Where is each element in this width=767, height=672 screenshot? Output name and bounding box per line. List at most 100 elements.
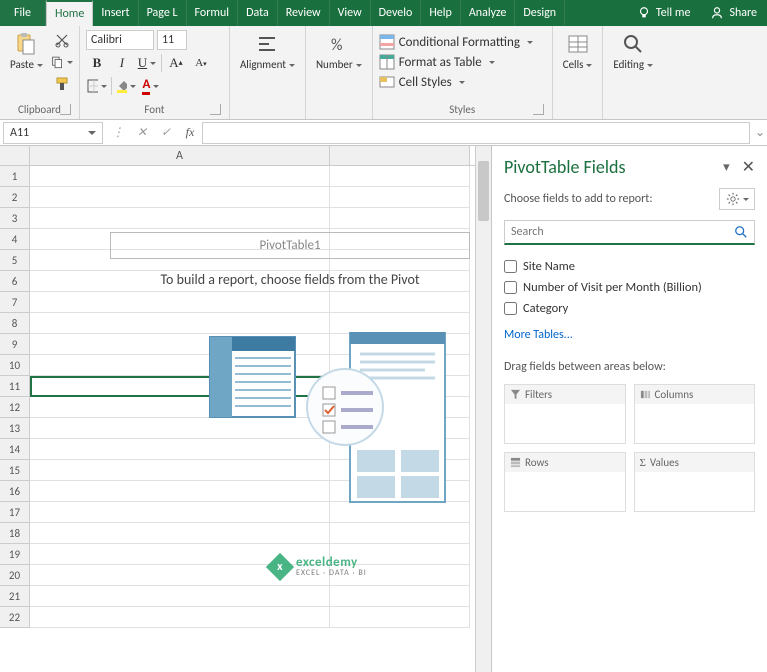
formula-bar: A11 ⋮ ✕ ✓ fx ⌄ [0,120,767,146]
select-all-corner[interactable] [0,146,30,165]
area-filters[interactable]: Filters [504,384,626,444]
format-painter-button[interactable] [51,74,73,94]
area-columns[interactable]: Columns [634,384,756,444]
editing-button[interactable]: Editing [609,30,657,73]
worksheet[interactable]: A 1 2 3 4 5 6 7 8 9 10 11 12 13 14 15 16… [0,146,491,672]
pane-close-button[interactable]: ✕ [742,157,755,177]
row-header[interactable]: 20 [0,565,30,586]
underline-button[interactable]: U [136,53,158,73]
font-size-select[interactable]: 11 [157,30,187,50]
row-header[interactable]: 9 [0,334,30,355]
fill-color-button[interactable] [115,76,137,96]
col-header-a[interactable]: A [30,146,330,165]
row-header[interactable]: 13 [0,418,30,439]
find-icon [621,32,645,56]
tab-file[interactable]: File [0,0,46,26]
tab-home[interactable]: Home [46,0,93,26]
field-checkbox[interactable] [504,260,517,273]
row-header[interactable]: 11 [0,376,30,397]
percent-icon: % [327,32,351,56]
row-header[interactable]: 16 [0,481,30,502]
vertical-scrollbar[interactable] [475,146,491,672]
row-header[interactable]: 1 [0,166,30,187]
field-search[interactable] [504,220,755,245]
group-clipboard: Paste Clipboard [0,26,80,119]
tab-design[interactable]: Design [515,0,565,26]
bold-button[interactable]: B [86,53,108,73]
row-header[interactable]: 4 [0,229,30,250]
tab-developer[interactable]: Develo [371,0,422,26]
tab-analyze[interactable]: Analyze [461,0,516,26]
row-header[interactable]: 19 [0,544,30,565]
pane-layout-button[interactable] [719,188,755,210]
cell-styles-icon [379,74,395,90]
field-visits[interactable]: Number of Visit per Month (Billion) [504,280,755,295]
cancel-formula-button[interactable]: ✕ [130,122,154,144]
cell-styles-button[interactable]: Cell Styles [379,74,465,90]
increase-font-button[interactable]: A▴ [165,53,187,73]
tab-help[interactable]: Help [421,0,461,26]
name-box[interactable]: A11 [3,122,103,144]
field-search-input[interactable] [511,225,734,239]
paste-icon [14,32,38,56]
row-header[interactable]: 22 [0,607,30,628]
row-header[interactable]: 12 [0,397,30,418]
cells-button[interactable]: Cells [559,30,597,73]
cut-button[interactable] [51,30,73,50]
gear-icon [726,192,740,206]
tell-me[interactable]: Tell me [627,0,701,26]
font-name-select[interactable]: Calibri [86,30,154,50]
tab-review[interactable]: Review [278,0,330,26]
row-header[interactable]: 17 [0,502,30,523]
row-header[interactable]: 10 [0,355,30,376]
tab-insert[interactable]: Insert [93,0,138,26]
tell-me-label: Tell me [656,6,691,20]
scroll-thumb[interactable] [478,161,489,221]
row-header[interactable]: 15 [0,460,30,481]
number-button[interactable]: % Number [312,30,366,73]
row-header[interactable]: 8 [0,313,30,334]
field-checkbox[interactable] [504,302,517,315]
col-header-next[interactable] [330,146,470,165]
scissors-icon [54,32,70,48]
row-header[interactable]: 5 [0,250,30,271]
enter-formula-button[interactable]: ✓ [154,122,178,144]
tab-page-layout[interactable]: Page L [139,0,187,26]
format-as-table-button[interactable]: Format as Table [379,54,495,70]
row-header[interactable]: 18 [0,523,30,544]
row-header[interactable]: 2 [0,187,30,208]
more-tables-link[interactable]: More Tables... [504,328,755,342]
fx-button[interactable]: fx [178,122,202,144]
area-rows[interactable]: Rows [504,452,626,512]
row-header[interactable]: 21 [0,586,30,607]
row-header[interactable]: 3 [0,208,30,229]
share-label: Share [729,6,757,20]
decrease-font-button[interactable]: A▾ [190,53,212,73]
expand-fbar-button[interactable]: ⌄ [753,125,767,140]
field-checkbox[interactable] [504,281,517,294]
font-color-button[interactable]: A [140,76,162,96]
row-header[interactable]: 14 [0,439,30,460]
alignment-button[interactable]: Alignment [236,30,299,73]
field-site-name[interactable]: Site Name [504,259,755,274]
borders-button[interactable] [86,76,108,96]
field-category[interactable]: Category [504,301,755,316]
field-list: Site Name Number of Visit per Month (Bil… [504,255,755,342]
row-header[interactable]: 7 [0,292,30,313]
italic-button[interactable]: I [111,53,133,73]
area-values[interactable]: ΣValues [634,452,756,512]
formula-input[interactable] [202,122,750,144]
tab-view[interactable]: View [330,0,371,26]
row-header[interactable]: 6 [0,271,30,292]
pane-options-button[interactable]: ▾ [723,160,730,175]
tab-formulas[interactable]: Formul [187,0,239,26]
copy-button[interactable] [51,52,73,72]
rows-icon [510,457,521,468]
share-button[interactable]: Share [700,0,767,26]
watermark: x exceldemy EXCEL · DATA · BI [270,556,367,577]
ribbon-tabs: File Home Insert Page L Formul Data Revi… [0,0,767,26]
font-label: Font [86,101,223,118]
conditional-formatting-button[interactable]: Conditional Formatting [379,34,533,50]
tab-data[interactable]: Data [238,0,278,26]
paste-button[interactable]: Paste [6,30,47,73]
